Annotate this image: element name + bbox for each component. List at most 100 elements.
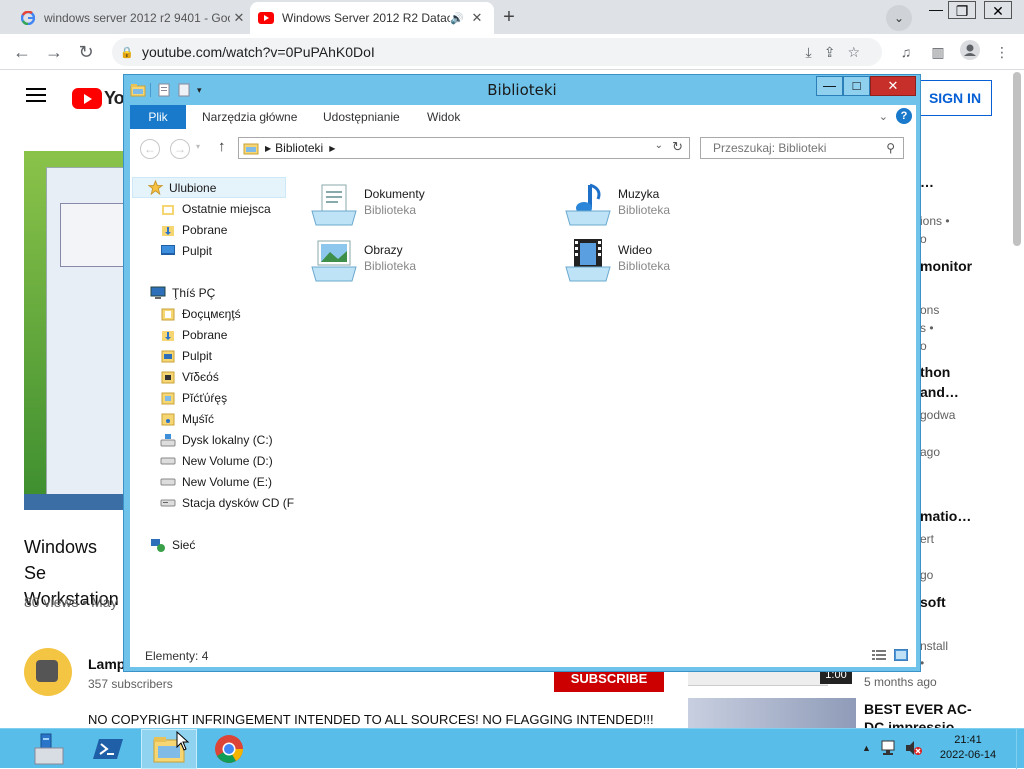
properties-icon[interactable]: [157, 83, 171, 97]
close-icon[interactable]: ✕: [984, 1, 1012, 19]
forward-icon[interactable]: →: [42, 40, 66, 64]
expand-ribbon-icon[interactable]: ⌄: [879, 110, 888, 123]
new-tab-button[interactable]: +: [496, 5, 522, 31]
youtube-logo[interactable]: Yo: [72, 88, 125, 109]
reload-icon[interactable]: ↻: [74, 40, 98, 64]
video-player[interactable]: [24, 151, 124, 510]
share-icon[interactable]: ⇪: [824, 44, 836, 61]
library-pictures[interactable]: Obrazy Biblioteka: [304, 235, 544, 287]
system-clock[interactable]: 21:41 2022-06-14: [938, 733, 998, 763]
nav-recent-places[interactable]: Ostatnie miejsca: [160, 198, 271, 219]
help-icon[interactable]: ?: [896, 108, 912, 124]
address-bar[interactable]: 🔒 youtube.com/watch?v=0PuPAhK0DoI ⤓ ⇪ ☆: [112, 38, 882, 66]
nav-label: Stacja dysków CD (F: [182, 495, 294, 510]
nav-volume-e[interactable]: New Volume (E:): [160, 471, 272, 492]
nav-local-disk-c[interactable]: Dysk lokalny (C:): [160, 429, 273, 450]
minimize-icon[interactable]: —: [922, 0, 950, 20]
refresh-icon[interactable]: ↻: [672, 139, 683, 155]
status-bar: Elementy: 4: [130, 643, 916, 667]
tab-youtube[interactable]: Windows Server 2012 R2 Datacenter 🔊 ✕: [250, 2, 494, 34]
nav-favorites[interactable]: Ulubione: [132, 177, 286, 198]
tab-share[interactable]: Udostępnianie: [313, 105, 410, 129]
nav-volume-d[interactable]: New Volume (D:): [160, 450, 273, 471]
tab-google-search[interactable]: windows server 2012 r2 9401 - Google ✕: [12, 2, 256, 34]
tab-search-button[interactable]: ⌄: [886, 5, 912, 31]
related-text[interactable]: …: [920, 174, 934, 190]
search-icon[interactable]: ⚲: [886, 141, 895, 155]
channel-avatar[interactable]: [24, 648, 72, 696]
tab-home[interactable]: Narzędzia główne: [192, 105, 307, 129]
related-thumbnail[interactable]: [688, 698, 856, 730]
browser-menu-icon[interactable]: ⋮: [990, 40, 1014, 64]
show-desktop-button[interactable]: [1016, 729, 1024, 769]
library-documents[interactable]: Dokumenty Biblioteka: [304, 179, 544, 231]
close-tab-icon[interactable]: ✕: [230, 10, 248, 26]
nav-desktop[interactable]: Pulpit: [160, 240, 212, 261]
restore-icon[interactable]: ❐: [948, 1, 976, 19]
breadcrumb-arrow-icon[interactable]: ▶: [265, 144, 271, 153]
breadcrumb-arrow-icon[interactable]: ▶: [329, 144, 335, 153]
up-icon[interactable]: ↑: [218, 138, 226, 155]
nav-pictures[interactable]: Pĭćťύŕęş: [160, 387, 227, 408]
library-videos[interactable]: Wideo Biblioteka: [558, 235, 798, 287]
forward-icon[interactable]: →: [170, 139, 190, 159]
customize-qat-icon[interactable]: ▾: [197, 85, 202, 96]
close-tab-icon[interactable]: ✕: [468, 10, 486, 26]
speaker-icon[interactable]: 🔊: [450, 12, 464, 25]
minimize-icon[interactable]: —: [816, 76, 843, 96]
library-folder-icon[interactable]: [130, 83, 146, 97]
library-type: Biblioteka: [364, 203, 417, 217]
page-scrollbar[interactable]: [1013, 72, 1021, 246]
profile-icon[interactable]: [958, 40, 982, 64]
recent-locations-icon[interactable]: ▾: [196, 142, 200, 151]
maximize-icon[interactable]: □: [843, 76, 870, 96]
library-music[interactable]: Muzyka Biblioteka: [558, 179, 798, 231]
related-text[interactable]: monitor: [920, 258, 972, 274]
related-text: o: [920, 232, 927, 246]
search-box[interactable]: ⚲: [700, 137, 904, 159]
breadcrumb-libraries[interactable]: Biblioteki: [275, 141, 323, 155]
close-icon[interactable]: ✕: [870, 76, 916, 96]
back-icon[interactable]: ←: [10, 40, 34, 64]
tab-view[interactable]: Widok: [417, 105, 470, 129]
lock-icon: 🔒: [120, 46, 134, 59]
install-icon[interactable]: ⤓: [806, 44, 812, 61]
related-text[interactable]: thon: [920, 364, 950, 380]
explorer-title-bar[interactable]: Biblioteki ▾ — □ ✕: [124, 75, 920, 105]
powershell-icon[interactable]: [80, 729, 136, 769]
nav-this-pc[interactable]: Ţhíś PÇ: [150, 282, 215, 303]
address-dropdown-icon[interactable]: ⌄: [655, 140, 663, 151]
tab-title: Windows Server 2012 R2 Datacenter: [282, 11, 451, 25]
sign-in-button[interactable]: SIGN IN: [918, 80, 992, 116]
back-icon[interactable]: ←: [140, 139, 160, 159]
nav-cd-drive-f[interactable]: Stacja dysków CD (F: [160, 492, 294, 513]
related-text[interactable]: matio…: [920, 508, 971, 524]
network-status-icon[interactable]: [880, 739, 898, 760]
related-text[interactable]: and…: [920, 384, 959, 400]
nav-documents[interactable]: Ðоçцмєŋţś: [160, 303, 241, 324]
nav-downloads-pc[interactable]: Pobrane: [160, 324, 227, 345]
hamburger-menu-icon[interactable]: [26, 88, 46, 102]
side-panel-icon[interactable]: ▥: [926, 40, 950, 64]
server-manager-icon[interactable]: [20, 729, 76, 769]
channel-name[interactable]: Lamp: [88, 656, 125, 672]
nav-downloads[interactable]: Pobrane: [160, 219, 227, 240]
nav-music[interactable]: Mџśĭć: [160, 408, 214, 429]
chrome-icon[interactable]: [201, 729, 257, 769]
details-view-icon[interactable]: [872, 649, 886, 661]
related-text[interactable]: soft: [920, 594, 946, 610]
address-bar[interactable]: ▶ Biblioteki ▶ ⌄ ↻: [238, 137, 690, 159]
nav-desktop-pc[interactable]: Pulpit: [160, 345, 212, 366]
large-icons-view-icon[interactable]: [893, 648, 909, 662]
nav-network[interactable]: Sieć: [150, 534, 195, 555]
media-controls-icon[interactable]: ♫: [894, 40, 918, 64]
volume-muted-icon[interactable]: [904, 740, 922, 759]
nav-videos[interactable]: Vĭδєόś: [160, 366, 219, 387]
tab-file[interactable]: Plik: [130, 105, 186, 129]
show-hidden-icons[interactable]: ▲: [862, 743, 871, 753]
nav-label: Dysk lokalny (C:): [182, 432, 273, 447]
new-folder-icon[interactable]: [177, 83, 191, 97]
bookmark-star-icon[interactable]: ☆: [847, 44, 860, 61]
library-type: Biblioteka: [618, 203, 671, 217]
search-input[interactable]: [711, 140, 871, 156]
